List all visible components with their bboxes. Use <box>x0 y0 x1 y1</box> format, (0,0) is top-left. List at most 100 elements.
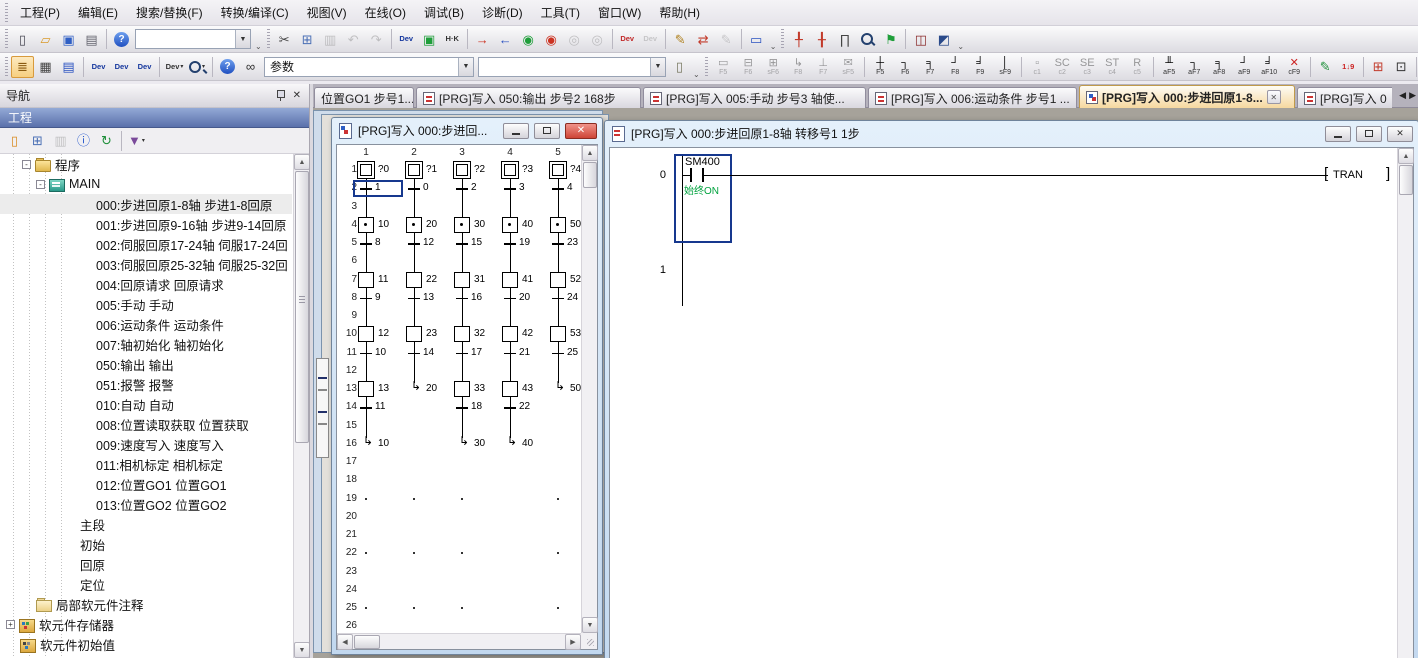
close-button[interactable]: ✕ <box>1387 126 1413 142</box>
sfc-transition[interactable] <box>360 407 372 409</box>
menu-item-1[interactable]: 编辑(E) <box>69 0 127 25</box>
device-find[interactable]: Dev <box>395 28 418 50</box>
paste-data[interactable]: ▥ <box>49 130 72 152</box>
sfc-transition[interactable] <box>360 298 372 300</box>
sfc-transition[interactable] <box>552 298 564 300</box>
tab-document-0[interactable]: 位置GO1 步号1... <box>314 87 414 108</box>
sfc-jump-icon[interactable]: ↳ <box>459 435 469 447</box>
sfc-step[interactable] <box>358 381 374 397</box>
sfc-vertical-scrollbar[interactable]: ▲ ▼ <box>581 145 597 633</box>
ladder-window-titlebar[interactable]: [PRG]写入 000:步进回原1-8轴 转移号1 1步 ✕ <box>605 121 1418 146</box>
comment-edit[interactable]: ✎ <box>669 28 692 50</box>
tree-item-17[interactable]: 013:位置GO2 位置GO2 <box>0 494 292 514</box>
device-display-stop[interactable]: Dev <box>639 28 662 50</box>
tab-document-2[interactable]: [PRG]写入 005:手动 步号3 轴使... <box>643 87 866 108</box>
tree-item-4[interactable]: 002:伺服回原17-24轴 伺服17-24回 <box>0 234 292 254</box>
tree-expand-icon[interactable]: - <box>22 160 31 169</box>
write-to-plc[interactable]: → <box>471 28 494 50</box>
sfc-transition[interactable] <box>360 243 372 245</box>
lad-sym-pulse-open-branch[interactable]: ╕aF8 <box>1207 54 1232 80</box>
sfc-step-with-dot[interactable] <box>550 217 566 233</box>
sfc-horizontal-scrollbar[interactable]: ◀ ▶ <box>337 633 581 649</box>
sfc-initial-step[interactable] <box>549 161 567 179</box>
sfc-transition[interactable] <box>504 243 516 245</box>
sfc-step-with-dot[interactable] <box>406 217 422 233</box>
sfc-step[interactable] <box>406 272 422 288</box>
tree-item-22[interactable]: 局部软元件注释 <box>0 594 292 614</box>
lad-sym-coil[interactable]: ╛F9 <box>968 54 993 80</box>
lad-sym-close-branch[interactable]: ┘F8 <box>943 54 968 80</box>
paste[interactable]: ▥ <box>319 28 342 50</box>
sfc-step[interactable] <box>358 272 374 288</box>
statement-edit[interactable]: ⇄ <box>692 28 715 50</box>
tab-document-1[interactable]: [PRG]写入 050:输出 步号2 168步 <box>416 87 641 108</box>
read-from-plc[interactable]: ← <box>494 28 517 50</box>
sfc-canvas[interactable]: 1234512345678910111213141516171819202122… <box>337 145 581 633</box>
help-button-2[interactable]: ? <box>216 56 239 78</box>
tab-document-3[interactable]: [PRG]写入 006:运动条件 步号1 ... <box>868 87 1077 108</box>
find-binoculars[interactable]: ∞ <box>239 56 262 78</box>
sfc-step[interactable] <box>454 326 470 342</box>
device-comment-display[interactable]: Dev <box>87 56 110 78</box>
sfc-transition[interactable] <box>504 298 516 300</box>
data-properties[interactable]: ⓘ <box>72 130 95 152</box>
toolbar-overflow-chevron[interactable]: ⌄ <box>955 42 966 52</box>
navigation-window-toggle[interactable]: ≣ <box>11 56 34 78</box>
tab-scroll-left-icon[interactable]: ◀ <box>1399 90 1406 101</box>
menu-item-3[interactable]: 转换/编译(C) <box>212 0 298 25</box>
copy[interactable]: ⊞ <box>296 28 319 50</box>
tree-item-13[interactable]: 008:位置读取获取 位置获取 <box>0 414 292 434</box>
lad-sym-open-branch[interactable]: ╕F7 <box>918 54 943 80</box>
sfc-transition[interactable] <box>504 407 516 409</box>
sfc-step[interactable] <box>454 381 470 397</box>
transition-coil-label[interactable]: TRAN <box>1333 169 1363 181</box>
sfc-step[interactable] <box>502 381 518 397</box>
toolbar-overflow-chevron[interactable]: ⌄ <box>768 42 779 52</box>
sfc-transition[interactable] <box>408 188 420 190</box>
remote-operation[interactable]: ▭ <box>745 28 768 50</box>
menu-item-8[interactable]: 工具(T) <box>532 0 589 25</box>
scroll-up-icon[interactable]: ▲ <box>582 145 598 161</box>
trace-chart-1[interactable]: ◫ <box>909 28 932 50</box>
sfc-step[interactable] <box>358 326 374 342</box>
menu-item-7[interactable]: 诊断(D) <box>473 0 532 25</box>
toolbar-overflow-chevron[interactable]: ⌄ <box>253 42 264 52</box>
sfc-transition[interactable] <box>408 353 420 355</box>
tree-item-23[interactable]: +软元件存储器 <box>0 614 292 634</box>
redo[interactable]: ↷ <box>365 28 388 50</box>
close-icon[interactable]: ✕ <box>291 90 303 101</box>
undo[interactable]: ↶ <box>342 28 365 50</box>
sfc-step[interactable] <box>550 326 566 342</box>
sfc-transition[interactable] <box>408 298 420 300</box>
outline-window[interactable]: ▤ <box>57 56 80 78</box>
menu-item-6[interactable]: 调试(B) <box>415 0 473 25</box>
sfc-jump-icon[interactable]: ↳ <box>411 380 421 392</box>
tree-item-5[interactable]: 003:伺服回原25-32轴 伺服25-32回 <box>0 254 292 274</box>
delete-line[interactable]: ✕cF9 <box>1282 54 1307 80</box>
tree-item-24[interactable]: 软元件初始值 <box>0 634 292 654</box>
sfc-transition[interactable] <box>504 353 516 355</box>
cut[interactable]: ✂ <box>273 28 296 50</box>
sfc-step-with-dot[interactable] <box>502 217 518 233</box>
sfc-attr-reset[interactable]: Rc5 <box>1125 54 1150 80</box>
sfc-transition[interactable] <box>456 188 468 190</box>
sfc-sym-block-start[interactable]: ⊟F6 <box>736 54 761 80</box>
new-data[interactable]: ▯ <box>3 130 26 152</box>
sfc-initial-step[interactable] <box>357 161 375 179</box>
tab-document-5[interactable]: [PRG]写入 0 <box>1297 87 1392 108</box>
trace-chart-2[interactable]: ◩ <box>932 28 955 50</box>
sfc-initial-step[interactable] <box>501 161 519 179</box>
sfc-attr-sc[interactable]: SCc2 <box>1050 54 1075 80</box>
sort-menu[interactable]: ▼▾ <box>125 130 148 152</box>
close-button[interactable]: ✕ <box>565 123 597 139</box>
sfc-step[interactable] <box>550 272 566 288</box>
menu-item-0[interactable]: 工程(P) <box>11 0 69 25</box>
tree-item-3[interactable]: 001:步进回原9-16轴 步进9-14回原 <box>0 214 292 234</box>
tree-expand-icon[interactable]: - <box>36 180 45 189</box>
open-file[interactable]: ▱ <box>34 28 57 50</box>
device-batch-display[interactable]: Dev <box>133 56 156 78</box>
sfc-transition[interactable] <box>360 353 372 355</box>
tree-vertical-scrollbar[interactable]: ▲ ▼ <box>293 154 309 658</box>
sfc-sym-step[interactable]: ▭F5 <box>711 54 736 80</box>
pulse-monitor[interactable]: ∏ <box>833 28 856 50</box>
